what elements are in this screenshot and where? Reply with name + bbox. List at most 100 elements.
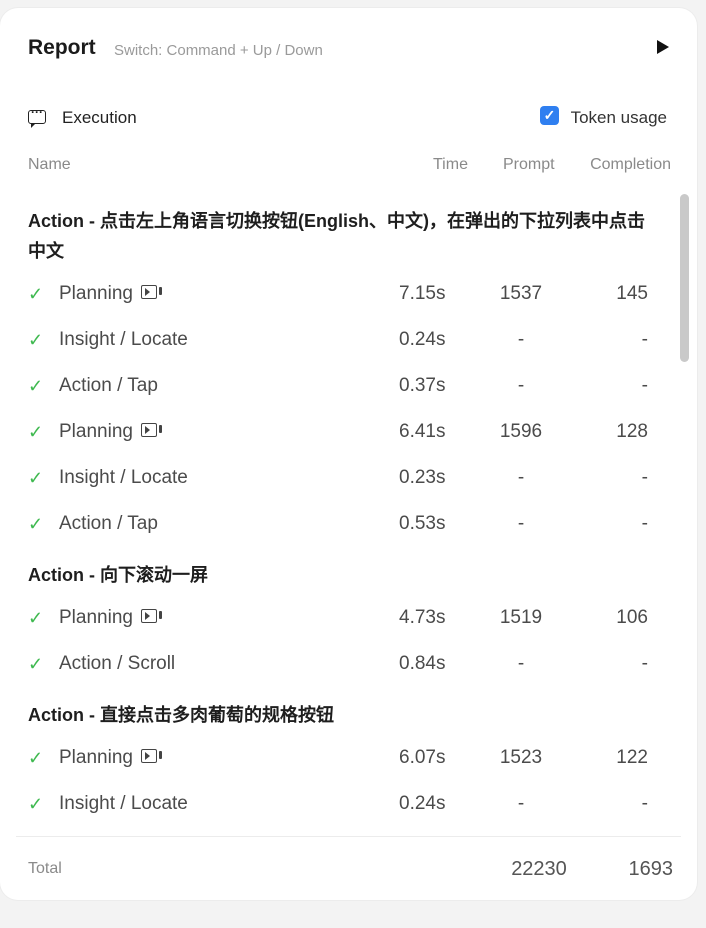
step-prompt-tokens: - xyxy=(517,793,525,814)
step-completion-tokens: 145 xyxy=(616,283,648,304)
check-icon: ✓ xyxy=(28,794,44,814)
step-completion-tokens: - xyxy=(641,793,648,814)
step-name: Action / Tap xyxy=(59,513,158,535)
play-icon[interactable] xyxy=(657,40,669,54)
execution-bar: Execution ✓ Token usage xyxy=(28,105,667,134)
step-row[interactable]: ✓ Insight / Locate 0.24s - - xyxy=(28,790,648,836)
action-group-title: Action - 点击左上角语言切换按钮(English、中文)，在弹出的下拉列… xyxy=(28,211,645,261)
step-completion-tokens: - xyxy=(641,653,648,674)
execution-label: Execution xyxy=(62,108,137,127)
video-icon[interactable] xyxy=(140,748,162,763)
step-name: Action / Tap xyxy=(59,375,158,397)
step-prompt-tokens: 1523 xyxy=(499,747,543,768)
check-icon: ✓ xyxy=(28,284,44,304)
step-completion-tokens: - xyxy=(641,375,648,396)
step-prompt-tokens: 1519 xyxy=(499,607,543,628)
check-icon: ✓ xyxy=(28,654,44,674)
step-prompt-tokens: - xyxy=(517,375,525,396)
step-prompt-tokens: - xyxy=(517,653,525,674)
step-name-text: Action / Tap xyxy=(59,375,158,396)
message-dots-icon xyxy=(28,105,46,128)
column-completion: Completion xyxy=(590,156,671,173)
action-group-title: Action - 直接点击多肉葡萄的规格按钮 xyxy=(28,705,334,725)
token-usage-label: Token usage xyxy=(570,108,667,127)
step-prompt-tokens: 1596 xyxy=(499,421,543,442)
token-usage-checkbox[interactable]: ✓ xyxy=(540,106,559,125)
step-name: Insight / Locate xyxy=(59,793,188,815)
step-name: Planning xyxy=(59,421,162,443)
step-name-text: Planning xyxy=(59,421,133,442)
step-time: 0.37s xyxy=(399,375,446,396)
check-icon: ✓ xyxy=(28,376,44,396)
step-row[interactable]: ✓ Planning 7.15s 1537 145 xyxy=(28,280,648,326)
step-prompt-tokens: 1537 xyxy=(499,283,543,304)
step-row[interactable]: ✓ Insight / Locate 0.23s - - xyxy=(28,464,648,510)
step-name-text: Insight / Locate xyxy=(59,329,188,350)
step-name-text: Planning xyxy=(59,283,133,304)
step-time: 4.73s xyxy=(399,607,446,628)
step-name: Planning xyxy=(59,607,162,629)
step-prompt-tokens: - xyxy=(517,329,525,350)
column-prompt: Prompt xyxy=(503,156,555,173)
step-name-text: Action / Tap xyxy=(59,513,158,534)
column-headers: Name Time Prompt Completion xyxy=(28,156,671,176)
video-icon[interactable] xyxy=(140,422,162,437)
step-row[interactable]: ✓ Planning 6.07s 1523 122 xyxy=(28,744,648,790)
report-title: Report xyxy=(28,36,96,59)
step-time: 0.24s xyxy=(399,329,446,350)
step-name: Action / Scroll xyxy=(59,653,175,675)
scrollbar-thumb[interactable] xyxy=(680,194,689,362)
footer-divider xyxy=(16,836,681,837)
step-completion-tokens: 128 xyxy=(616,421,648,442)
report-header: Report Switch: Command + Up / Down xyxy=(28,36,673,66)
step-completion-tokens: - xyxy=(641,467,648,488)
step-name-text: Planning xyxy=(59,607,133,628)
total-prompt: 22230 xyxy=(511,858,567,880)
check-icon: ✓ xyxy=(28,514,44,534)
totals-footer: Total 22230 1693 xyxy=(28,858,673,886)
step-row[interactable]: ✓ Action / Tap 0.37s - - xyxy=(28,372,648,418)
step-prompt-tokens: - xyxy=(517,467,525,488)
check-icon: ✓ xyxy=(28,748,44,768)
step-time: 0.23s xyxy=(399,467,446,488)
step-completion-tokens: - xyxy=(641,513,648,534)
step-name-text: Planning xyxy=(59,747,133,768)
step-row[interactable]: ✓ Action / Scroll 0.84s - - xyxy=(28,650,648,696)
step-time: 6.07s xyxy=(399,747,446,768)
column-time: Time xyxy=(433,156,468,173)
step-name-text: Insight / Locate xyxy=(59,793,188,814)
step-name: Insight / Locate xyxy=(59,467,188,489)
step-row[interactable]: ✓ Planning 4.73s 1519 106 xyxy=(28,604,648,650)
check-icon: ✓ xyxy=(28,422,44,442)
step-completion-tokens: 106 xyxy=(616,607,648,628)
step-completion-tokens: 122 xyxy=(616,747,648,768)
check-icon: ✓ xyxy=(28,468,44,488)
step-name: Planning xyxy=(59,283,162,305)
column-name: Name xyxy=(28,156,71,173)
scrollbar[interactable] xyxy=(679,194,690,834)
step-prompt-tokens: - xyxy=(517,513,525,534)
step-name: Planning xyxy=(59,747,162,769)
action-group-title: Action - 向下滚动一屏 xyxy=(28,565,208,585)
total-completion: 1693 xyxy=(628,858,674,880)
step-row[interactable]: ✓ Planning 6.41s 1596 128 xyxy=(28,418,648,464)
step-name-text: Insight / Locate xyxy=(59,467,188,488)
step-row[interactable]: ✓ Insight / Locate 0.24s - - xyxy=(28,326,648,372)
report-panel: Report Switch: Command + Up / Down Execu… xyxy=(0,8,697,900)
check-icon: ✓ xyxy=(28,608,44,628)
video-icon[interactable] xyxy=(140,608,162,623)
step-name: Insight / Locate xyxy=(59,329,188,351)
total-label: Total xyxy=(28,860,62,877)
step-time: 7.15s xyxy=(399,283,446,304)
step-time: 0.24s xyxy=(399,793,446,814)
check-icon: ✓ xyxy=(28,330,44,350)
execution-list: Action - 点击左上角语言切换按钮(English、中文)，在弹出的下拉列… xyxy=(0,194,680,836)
step-completion-tokens: - xyxy=(641,329,648,350)
video-icon[interactable] xyxy=(140,284,162,299)
shortcut-hint: Switch: Command + Up / Down xyxy=(114,42,323,59)
step-time: 0.53s xyxy=(399,513,446,534)
step-row[interactable]: ✓ Action / Tap 0.53s - - xyxy=(28,510,648,556)
step-name-text: Action / Scroll xyxy=(59,653,176,674)
step-time: 6.41s xyxy=(399,421,446,442)
step-time: 0.84s xyxy=(399,653,446,674)
